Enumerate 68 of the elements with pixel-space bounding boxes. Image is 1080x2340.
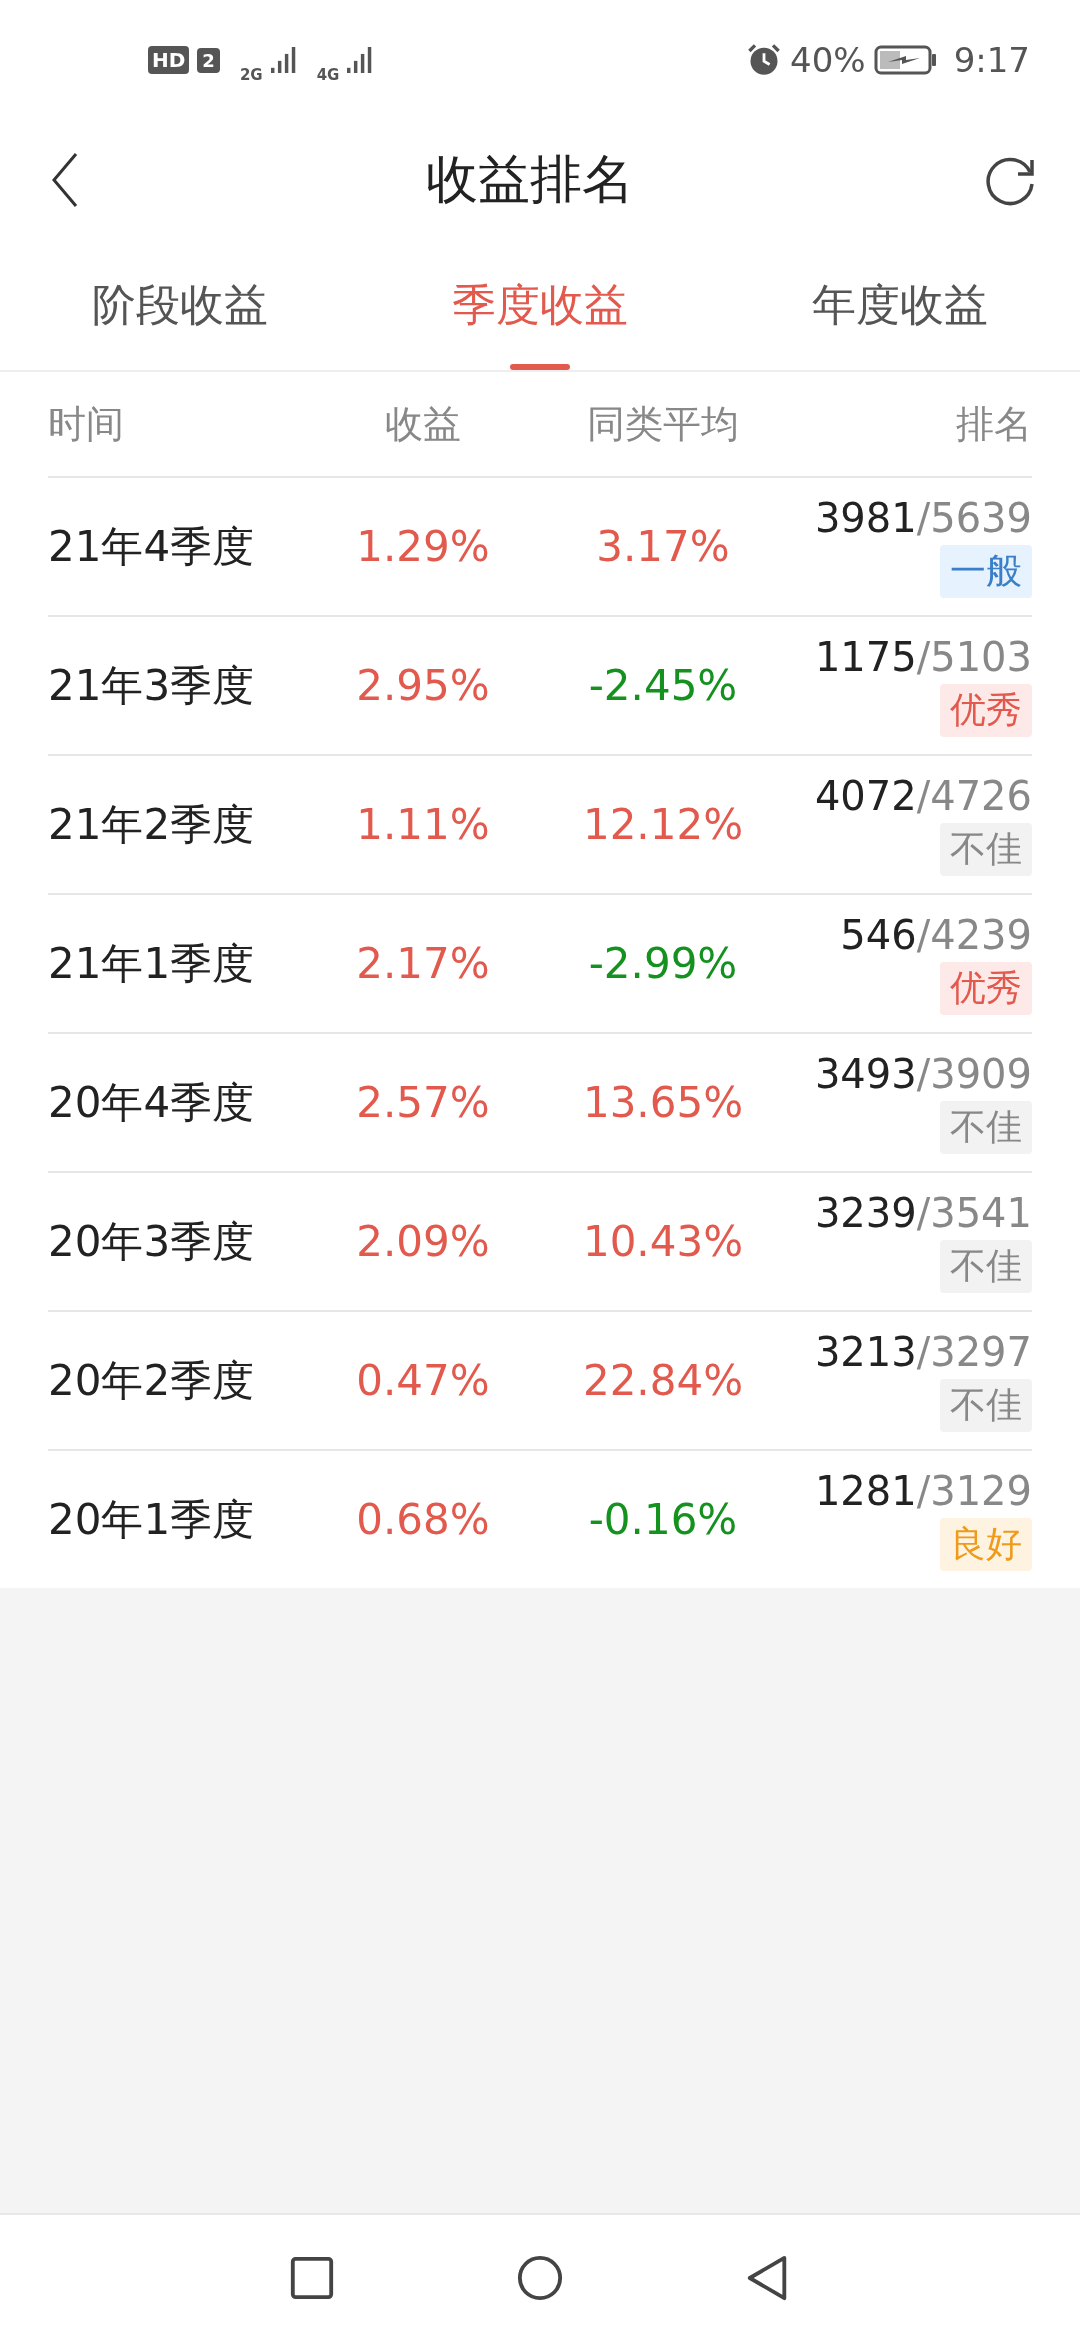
rank-total: /3909 [916,1051,1032,1097]
battery-percent: 40% [790,40,866,80]
return-cell: 2.09% [356,1217,490,1266]
clock-time: 9:17 [953,40,1030,80]
column-header: 同类平均 [587,400,739,448]
rank-number: 1175 [814,634,917,680]
rank-number: 3239 [814,1190,917,1236]
average-cell: -2.99% [588,939,738,988]
battery-charging-icon [873,44,938,76]
period-cell-text: 21年2季度 [48,798,256,851]
period-cell-text: 20年3季度 [48,1215,256,1268]
column-header: 排名 [956,400,1032,448]
return-cell: 0.47% [356,1356,490,1405]
rank-total: /5639 [916,495,1032,541]
rank-total: /3541 [916,1190,1032,1236]
average-cell: 22.84% [582,1356,744,1405]
period-cell-text: 20年1季度 [48,1493,256,1546]
tab[interactable]: 阶段收益 [0,240,360,370]
average-cell: 13.65% [582,1078,744,1127]
period-cell-text: 20年2季度 [48,1354,256,1407]
period-cell-text: 21年1季度 [48,937,256,990]
period-cell-text: 21年4季度 [48,520,256,573]
rank-total: /4239 [916,912,1032,958]
hd-indicator: HD [148,46,190,74]
average-cell: 10.43% [582,1217,744,1266]
back-button[interactable] [50,150,80,210]
tab[interactable]: 季度收益 [360,240,720,370]
rank-number: 1281 [814,1468,917,1514]
return-cell: 2.95% [356,661,490,710]
rating-tag: 不佳 [940,823,1032,876]
return-cell: 2.57% [356,1078,490,1127]
rating-tag: 不佳 [940,1379,1032,1432]
network-type: 2G [239,66,263,84]
return-cell: 1.29% [356,522,490,571]
rank-number: 3493 [814,1051,917,1097]
rank-total: /3129 [916,1468,1032,1514]
rating-tag: 一般 [940,545,1032,598]
rank-number: 4072 [814,773,917,819]
period-cell-text: 20年4季度 [48,1076,256,1129]
return-cell: 1.11% [356,800,490,849]
average-cell: -0.16% [588,1495,738,1544]
period-cell-text: 21年3季度 [48,659,256,712]
column-header: 时间 [48,400,125,448]
sim-indicator: 2 [197,47,220,73]
rating-tag: 不佳 [940,1240,1032,1293]
average-cell: -2.45% [588,661,738,710]
rank-total: /4726 [916,773,1032,819]
column-header: 收益 [385,400,461,448]
rating-tag: 良好 [940,1518,1032,1571]
rank-number: 546 [840,912,917,958]
tab[interactable]: 年度收益 [720,240,1080,370]
signal-icon [347,46,374,74]
alarm-icon [746,42,783,78]
rank-number: 3981 [814,495,917,541]
network-type: 4G [316,66,340,84]
average-cell: 3.17% [596,522,730,571]
rating-tag: 优秀 [940,684,1032,737]
rank-number: 3213 [814,1329,917,1375]
rank-total: /3297 [916,1329,1032,1375]
home-button[interactable] [516,2253,564,2302]
signal-icon [270,46,297,74]
average-cell: 12.12% [582,800,744,849]
return-cell: 2.17% [356,939,490,988]
rating-tag: 优秀 [940,962,1032,1015]
return-cell: 0.68% [356,1495,490,1544]
page-title: 收益排名 [426,148,634,211]
rank-total: /5103 [916,634,1032,680]
rating-tag: 不佳 [940,1101,1032,1154]
